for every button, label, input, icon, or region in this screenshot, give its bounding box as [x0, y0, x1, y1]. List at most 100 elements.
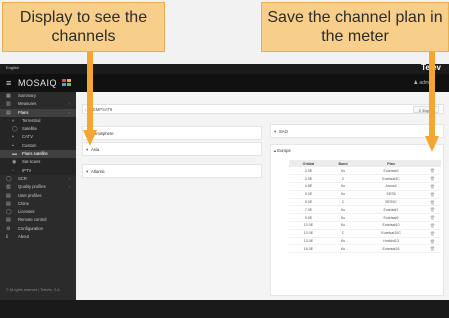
- sidebar-item-about[interactable]: ℹ About: [0, 233, 76, 241]
- sidebar-item-label: Terrestrial: [22, 117, 41, 123]
- card-sao[interactable]: ▾ SAO: [270, 124, 444, 138]
- sidebar-item-icon: ▪: [12, 142, 14, 149]
- card-asia[interactable]: ▾ Asia: [82, 142, 262, 156]
- top-strip: English Telev: [0, 63, 449, 74]
- cell-plan: SES5C: [358, 198, 424, 207]
- sidebar-item-label: Remote control: [18, 217, 47, 223]
- chevron-left-icon: ‹: [68, 109, 70, 115]
- navbar: ≡ MOSAIQ ♟ admin: [0, 74, 449, 92]
- sidebar-item-icon: ◐: [12, 117, 16, 124]
- sidebar-item-summary[interactable]: ▦ Summary: [0, 92, 76, 100]
- export-icon: ⇩: [417, 108, 422, 113]
- trash-icon[interactable]: 🗑: [423, 174, 441, 184]
- cell-orbital: 5.0E: [289, 190, 328, 199]
- mosaiq-logo-icon: [62, 79, 72, 86]
- app-logo: MOSAIQ: [18, 78, 72, 88]
- sidebar-item-label: Custom: [22, 142, 37, 148]
- callout-save-plan: Save the channel plan in the meter: [261, 2, 449, 52]
- header-band: Band: [327, 160, 359, 167]
- sidebar-item-icon: ◯: [6, 175, 12, 182]
- trash-icon[interactable]: 🗑: [423, 213, 441, 223]
- trash-icon[interactable]: 🗑: [423, 198, 441, 207]
- sidebar-item-quality-profiles[interactable]: ▥ Quality profiles ‹: [0, 183, 76, 191]
- cell-orbital: 10.0E: [289, 221, 328, 230]
- card-hemisphere[interactable]: ▾ Hemisphere: [82, 126, 262, 140]
- trash-icon[interactable]: 🗑: [423, 167, 441, 176]
- table-row: 9.0E Ku Eutelsat9 🗑: [289, 213, 441, 223]
- sidebar-item-scr[interactable]: ◯ SCR ‹: [0, 175, 76, 183]
- sidebar-item-sat-scans[interactable]: ◉ Sat scans: [0, 158, 76, 167]
- sidebar-item-icon: ▥: [6, 101, 11, 108]
- table-row: 10.0E C Eutelsat10C 🗑: [289, 229, 441, 238]
- sidebar-item-label: Satellite: [22, 126, 37, 132]
- cell-band: C: [327, 174, 359, 184]
- sidebar-item-label: User profiles: [18, 192, 42, 198]
- sidebar-item-label: SCR: [18, 175, 27, 181]
- sidebar-item-licenses[interactable]: ◯ Licenses: [0, 208, 76, 216]
- hamburger-menu-icon[interactable]: ≡: [6, 78, 11, 88]
- europe-label: Europe: [277, 148, 291, 153]
- card-label: Atlantic: [91, 169, 105, 174]
- sidebar-item-icon: ▦: [6, 93, 11, 99]
- sidebar-item-remote-control[interactable]: ▤ Remote control: [0, 216, 76, 224]
- trash-icon[interactable]: 🗑: [423, 229, 441, 238]
- sidebar-item-icon: ▬: [12, 151, 17, 158]
- sidebar-item-clone[interactable]: ▤ Clone: [0, 200, 76, 208]
- callout-display-channels: Display to see the channels: [2, 2, 165, 52]
- trash-icon[interactable]: 🗑: [423, 205, 441, 215]
- trash-icon[interactable]: 🗑: [423, 237, 441, 246]
- cell-plan: Eutelsat3: [358, 167, 424, 176]
- table-header-row: Orbital Band Plan: [289, 160, 441, 167]
- sidebar-item-terrestrial[interactable]: ◐ Terrestrial: [0, 116, 76, 126]
- cell-band: Ku: [327, 244, 359, 254]
- sidebar-item-icon: ℹ: [6, 234, 8, 241]
- cell-band: Ku: [327, 182, 359, 191]
- cell-band: C: [327, 229, 359, 238]
- trash-icon[interactable]: 🗑: [423, 221, 441, 230]
- sidebar-item-label: CATV: [22, 134, 33, 140]
- sidebar: ▦ Summary ▥ Measures ‹ ▤ Plans ‹ ◐ Terrestrial ◯ Sa…: [0, 92, 76, 300]
- cell-plan: Amos4: [358, 182, 424, 191]
- sidebar-item-configuration[interactable]: ⚙ Configuration: [0, 225, 76, 233]
- sidebar-item-plans-satellite[interactable]: ▬ Plans satellite: [0, 150, 76, 159]
- header-actions: [423, 160, 441, 167]
- cell-plan: Eutelsat3C: [358, 174, 424, 184]
- copyright-footer: © All rights reserved | Televés, S.A.: [6, 288, 61, 292]
- table-row: 7.0E Ku Eutelsat7 🗑: [289, 205, 441, 215]
- sidebar-item-plans[interactable]: ▤ Plans ‹: [0, 108, 76, 117]
- table-row: 4.8E Ku Amos4 🗑: [289, 182, 441, 191]
- table-row: 3.0E C Eutelsat3C 🗑: [289, 174, 441, 184]
- sidebar-item-label: Measures: [18, 101, 37, 107]
- chevron-left-icon: ‹: [68, 101, 70, 107]
- plan-title-bar: ▪ EMPSAT9 ⇩ Export: [82, 104, 444, 114]
- cell-plan: Eutelsat9: [358, 213, 424, 223]
- cell-plan: SES5: [358, 190, 424, 199]
- europe-toggle[interactable]: ▴ Europe: [274, 148, 291, 153]
- sidebar-item-user-profiles[interactable]: ▤ User profiles: [0, 192, 76, 200]
- cell-band: Ku: [327, 213, 359, 223]
- sidebar-item-label: Licenses: [18, 209, 35, 215]
- sidebar-item-label: Plans: [18, 109, 29, 115]
- chevron-left-icon: ‹: [68, 184, 70, 190]
- sidebar-item-custom[interactable]: ▪ Custom: [0, 141, 76, 151]
- table-row: 3.0E Ku Eutelsat3 🗑: [289, 167, 441, 176]
- sidebar-item-label: Sat scans: [22, 159, 41, 165]
- logo-text: MOSAIQ: [18, 78, 58, 88]
- trash-icon[interactable]: 🗑: [423, 244, 441, 254]
- trash-icon[interactable]: 🗑: [423, 190, 441, 199]
- trash-icon[interactable]: 🗑: [423, 182, 441, 191]
- cell-plan: Hotbird13: [358, 237, 424, 246]
- callout-right-text: Save the channel plan in the meter: [267, 9, 443, 45]
- cell-orbital: 16.0E: [289, 244, 328, 254]
- card-atlantic[interactable]: ▾ Atlantic: [82, 164, 262, 178]
- bottom-bar: [0, 300, 449, 318]
- cell-band: C: [327, 198, 359, 207]
- sidebar-item-iptv[interactable]: ▫ IPTV: [0, 166, 76, 175]
- sidebar-item-satellite[interactable]: ◯ Satellite: [0, 125, 76, 134]
- header-plan: Plan: [358, 160, 424, 167]
- sidebar-item-catv[interactable]: ▪ CATV: [0, 133, 76, 142]
- language-selector[interactable]: English: [6, 65, 19, 70]
- sidebar-item-measures[interactable]: ▥ Measures ‹: [0, 100, 76, 108]
- cell-orbital: 9.0E: [289, 213, 328, 223]
- chevron-down-icon: ▾: [274, 128, 277, 134]
